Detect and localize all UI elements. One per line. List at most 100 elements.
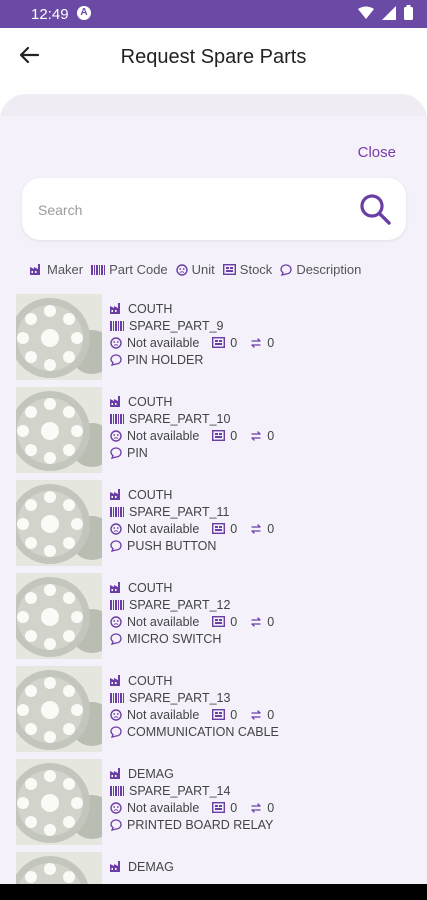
status-bar: 12:49 A	[0, 0, 427, 28]
part-image	[16, 480, 102, 566]
maker-line: COUTH	[110, 486, 274, 503]
code-line: SPARE_PART_9	[110, 317, 274, 334]
barcode-icon	[110, 506, 124, 517]
description-line: PUSH BUTTON	[110, 537, 274, 554]
part-unit: Not available	[127, 521, 200, 536]
search-input[interactable]: Search	[38, 202, 82, 218]
part-details: COUTH SPARE_PART_9 Not available 0 0 PIN	[110, 300, 274, 368]
unit-stock-line: Not available 0 0	[110, 613, 274, 630]
stock-icon	[212, 523, 226, 534]
part-maker: COUTH	[128, 673, 173, 688]
legend: Maker Part Code Unit Stock Description	[30, 262, 361, 277]
part-maker: COUTH	[128, 301, 173, 316]
part-row[interactable]: DEMAG SPARE_PART_14 Not available 0 0 PR…	[0, 755, 427, 845]
part-sync-count: 0	[267, 335, 275, 350]
comment-icon	[110, 725, 122, 738]
part-stock: 0	[230, 428, 238, 443]
battery-icon	[404, 5, 413, 20]
description-line: PRINTED BOARD RELAY	[110, 816, 274, 833]
barcode-icon	[110, 692, 124, 703]
part-sync-count: 0	[267, 614, 275, 629]
unit-stock-line: Not available 0 0	[110, 520, 274, 537]
barcode-icon	[110, 785, 124, 796]
stock-icon	[212, 802, 226, 813]
stock-icon	[212, 337, 226, 348]
barcode-icon	[91, 264, 106, 275]
unit-icon	[110, 801, 122, 814]
system-icons	[358, 5, 413, 20]
search-box[interactable]: Search	[22, 178, 406, 240]
unit-stock-line: Not available 0 0	[110, 334, 274, 351]
unit-icon	[110, 429, 122, 442]
comment-icon	[110, 632, 122, 645]
description-line: COMMUNICATION CABLE	[110, 723, 279, 740]
sync-icon	[251, 709, 261, 720]
legend-stock-label: Stock	[239, 262, 273, 277]
part-details: DEMAG SPARE_PART_14 Not available 0 0 PR…	[110, 765, 274, 833]
comment-icon	[110, 353, 122, 366]
legend-part-code-label: Part Code	[109, 262, 168, 277]
part-image	[16, 573, 102, 659]
part-code: SPARE_PART_12	[129, 597, 231, 612]
status-time: 12:49	[31, 6, 69, 23]
part-sync-count: 0	[267, 521, 275, 536]
app-bar: Request Spare Parts	[0, 28, 427, 92]
part-maker: DEMAG	[128, 766, 174, 781]
description-line: MICRO SWITCH	[110, 630, 274, 647]
part-details: COUTH SPARE_PART_12 Not available 0 0 MI…	[110, 579, 274, 647]
comment-icon	[110, 446, 122, 459]
unit-icon	[110, 615, 122, 628]
stock-icon	[222, 264, 236, 275]
legend-maker-label: Maker	[47, 262, 84, 277]
factory-icon	[110, 489, 120, 500]
description-line: PIN HOLDER	[110, 351, 274, 368]
legend-part-code: Part Code	[91, 262, 168, 277]
part-unit: Not available	[127, 707, 200, 722]
description-line: PIN	[110, 444, 274, 461]
part-row[interactable]: COUTH SPARE_PART_13 Not available 0 0 CO…	[0, 662, 427, 752]
stock-icon	[212, 430, 226, 441]
maker-line: DEMAG	[110, 765, 274, 782]
part-row[interactable]: COUTH SPARE_PART_11 Not available 0 0 PU…	[0, 476, 427, 566]
part-code: SPARE_PART_13	[129, 690, 231, 705]
comment-icon	[110, 539, 122, 552]
part-sync-count: 0	[267, 800, 275, 815]
part-details: COUTH SPARE_PART_10 Not available 0 0 PI…	[110, 393, 274, 461]
factory-icon	[110, 303, 120, 314]
legend-description-label: Description	[296, 262, 362, 277]
part-description: MICRO SWITCH	[127, 631, 222, 646]
part-code: SPARE_PART_10	[129, 411, 231, 426]
close-button[interactable]: Close	[358, 144, 396, 161]
factory-icon	[110, 582, 120, 593]
code-line: SPARE_PART_11	[110, 503, 274, 520]
part-details: COUTH SPARE_PART_11 Not available 0 0 PU…	[110, 486, 274, 554]
comment-icon	[280, 263, 292, 276]
page-title: Request Spare Parts	[120, 46, 307, 68]
barcode-icon	[110, 320, 124, 331]
stock-icon	[212, 616, 226, 627]
part-image	[16, 294, 102, 380]
legend-unit: Unit	[175, 262, 215, 277]
code-line: SPARE_PART_13	[110, 689, 279, 706]
maker-line: COUTH	[110, 579, 274, 596]
unit-stock-line: Not available 0 0	[110, 799, 274, 816]
sync-icon	[251, 802, 261, 813]
part-description: PIN	[127, 445, 148, 460]
part-row[interactable]: COUTH SPARE_PART_12 Not available 0 0 MI…	[0, 569, 427, 659]
sync-icon	[251, 430, 261, 441]
part-row[interactable]: COUTH SPARE_PART_10 Not available 0 0 PI…	[0, 383, 427, 473]
stock-icon	[212, 709, 226, 720]
part-unit: Not available	[127, 335, 200, 350]
part-description: COMMUNICATION CABLE	[127, 724, 279, 739]
part-maker: COUTH	[128, 487, 173, 502]
legend-maker: Maker	[30, 262, 83, 277]
part-unit: Not available	[127, 800, 200, 815]
part-details: COUTH SPARE_PART_13 Not available 0 0 CO…	[110, 672, 279, 740]
part-row[interactable]: COUTH SPARE_PART_9 Not available 0 0 PIN	[0, 290, 427, 380]
sync-icon	[251, 616, 261, 627]
part-code: SPARE_PART_14	[129, 783, 231, 798]
barcode-icon	[110, 599, 124, 610]
search-icon[interactable]	[358, 192, 392, 226]
unit-stock-line: Not available 0 0	[110, 427, 274, 444]
wifi-icon	[358, 6, 374, 19]
